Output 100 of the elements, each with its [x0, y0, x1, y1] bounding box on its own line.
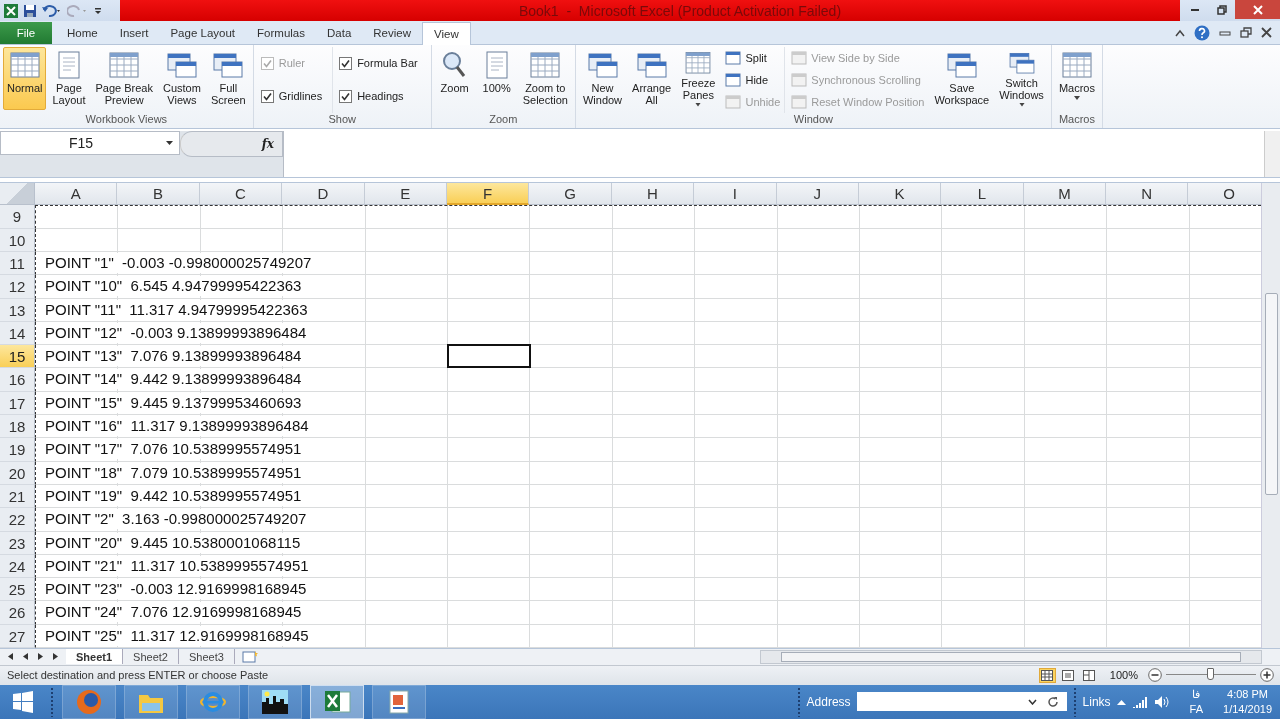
row-header[interactable]: 19	[0, 438, 35, 462]
ribbon-tab[interactable]: Review	[362, 21, 422, 44]
ribbon-button[interactable]: Arrange All	[628, 46, 676, 110]
row-header[interactable]: 12	[0, 275, 35, 299]
ribbon-tab[interactable]: Insert	[108, 21, 160, 44]
column-header[interactable]: N	[1106, 183, 1189, 206]
column-header[interactable]: D	[282, 183, 365, 206]
vertical-scrollbar[interactable]	[1261, 183, 1280, 648]
horizontal-scrollbar[interactable]	[760, 649, 1262, 664]
zoom-slider[interactable]	[1166, 668, 1256, 683]
column-header[interactable]: G	[529, 183, 612, 206]
sheet-tab[interactable]: Sheet3	[178, 649, 235, 665]
row-header[interactable]: 14	[0, 321, 35, 346]
column-header[interactable]: J	[776, 183, 859, 206]
ribbon-button[interactable]: Split	[725, 48, 781, 67]
name-box[interactable]: F15	[0, 130, 180, 155]
row-header[interactable]: 13	[0, 298, 35, 322]
row-header[interactable]: 10	[0, 228, 35, 252]
slider-thumb[interactable]	[1207, 668, 1214, 681]
dropdown-icon[interactable]	[1027, 699, 1037, 706]
ribbon-tab[interactable]: View	[422, 21, 471, 45]
ribbon-button[interactable]: Full Screen	[206, 46, 250, 110]
row-header[interactable]: 24	[0, 554, 35, 579]
ribbon-button[interactable]: New Window	[578, 46, 627, 110]
row-header[interactable]: 16	[0, 368, 35, 392]
page-layout-button[interactable]	[1059, 667, 1077, 683]
row-header[interactable]: 21	[0, 484, 35, 509]
row-header[interactable]: 15	[0, 345, 35, 369]
zoom-out-icon[interactable]	[1148, 668, 1162, 683]
volume-icon[interactable]	[1153, 695, 1170, 709]
column-header[interactable]: H	[611, 183, 695, 206]
ribbon-button[interactable]: Zoom	[434, 46, 475, 110]
checkbox[interactable]	[260, 89, 274, 103]
address-field[interactable]	[856, 692, 1067, 712]
row-header[interactable]: 18	[0, 415, 35, 439]
checkbox-label[interactable]: Formula Bar	[357, 57, 418, 70]
file-tab[interactable]: File	[0, 21, 52, 44]
active-cell[interactable]	[447, 344, 532, 369]
save-icon[interactable]	[23, 3, 37, 18]
formula-input[interactable]	[283, 130, 1264, 178]
caret-icon[interactable]	[166, 140, 173, 145]
ribbon-button[interactable]: Save Workspace	[930, 46, 994, 110]
column-header[interactable]: C	[199, 183, 283, 206]
row-header[interactable]: 26	[0, 601, 35, 625]
ribbon-button[interactable]: 100%	[476, 46, 517, 110]
help-icon[interactable]	[1194, 24, 1210, 41]
close-button[interactable]	[1235, 0, 1280, 19]
close-icon[interactable]	[1261, 27, 1272, 39]
row-header[interactable]: 11	[0, 251, 35, 276]
sheet-tab[interactable]: Sheet1	[66, 649, 124, 665]
row-header[interactable]: 23	[0, 531, 35, 555]
restore-icon[interactable]	[1240, 27, 1252, 39]
checkbox[interactable]	[339, 56, 353, 70]
page-break-button[interactable]	[1080, 667, 1098, 683]
row-header[interactable]: 22	[0, 508, 35, 532]
ribbon-button[interactable]: Page Layout	[48, 46, 90, 110]
ribbon-tab[interactable]: Page Layout	[159, 21, 247, 44]
row-header[interactable]: 27	[0, 624, 35, 648]
ribbon-tab[interactable]: Data	[316, 21, 363, 44]
undo-icon[interactable]	[41, 3, 63, 18]
ribbon-button[interactable]: Hide	[725, 70, 781, 89]
language-code[interactable]: FA	[1189, 703, 1204, 716]
ribbon-button[interactable]: Zoom to Selection	[518, 46, 572, 110]
column-header[interactable]: B	[117, 183, 200, 206]
ribbon-button[interactable]: Macros	[1054, 46, 1099, 110]
clock-date[interactable]: 1/14/2019	[1223, 703, 1272, 716]
zoom-level[interactable]: 100%	[1109, 669, 1138, 682]
column-header[interactable]: O	[1188, 183, 1261, 206]
column-header[interactable]: K	[858, 183, 942, 206]
collapse-ribbon-icon[interactable]	[1175, 28, 1185, 37]
row-header[interactable]: 20	[0, 461, 35, 485]
insert-function-button[interactable]: fx	[261, 136, 274, 151]
ribbon-button[interactable]: Freeze Panes	[677, 46, 720, 110]
row-header[interactable]: 17	[0, 391, 35, 416]
column-header[interactable]: A	[35, 183, 118, 206]
checkbox-label[interactable]: Gridlines	[278, 90, 323, 103]
ribbon-button[interactable]: Normal	[3, 46, 47, 110]
sheet-tab[interactable]: Sheet2	[123, 649, 179, 665]
ribbon-button[interactable]: Switch Windows	[995, 46, 1048, 110]
ribbon-tab[interactable]: Home	[56, 21, 109, 44]
ribbon-button[interactable]: Page Break Preview	[91, 46, 157, 110]
normal-view-button[interactable]	[1038, 667, 1056, 683]
show-hidden-icons[interactable]	[1116, 699, 1126, 705]
zoom-in-icon[interactable]	[1260, 668, 1274, 683]
language-indicator[interactable]: فا	[1192, 688, 1201, 702]
signal-icon[interactable]	[1131, 696, 1148, 708]
formula-scrollbar[interactable]	[1264, 130, 1280, 178]
column-header[interactable]: I	[694, 183, 777, 206]
column-header[interactable]: M	[1023, 183, 1107, 206]
checkbox[interactable]	[339, 89, 353, 103]
ribbon-button[interactable]: Custom Views	[158, 46, 205, 110]
row-header[interactable]: 25	[0, 578, 35, 602]
column-header[interactable]: F	[446, 183, 530, 206]
row-header[interactable]: 9	[0, 205, 35, 229]
clock-time[interactable]: 4:08 PM	[1227, 688, 1268, 701]
ribbon-tab[interactable]: Formulas	[246, 21, 316, 44]
refresh-icon[interactable]	[1046, 696, 1059, 709]
column-header[interactable]: L	[941, 183, 1024, 206]
start-button[interactable]	[12, 691, 34, 713]
checkbox-label[interactable]: Headings	[357, 90, 404, 103]
